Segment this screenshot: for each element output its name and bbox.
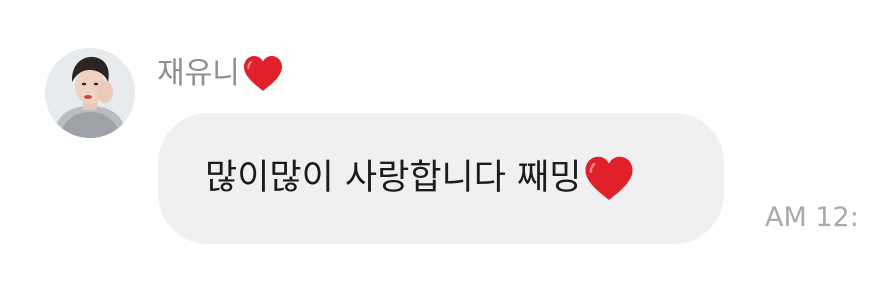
red-heart-icon [242, 55, 284, 93]
avatar-photo [45, 48, 135, 138]
sender-avatar[interactable] [45, 48, 135, 138]
sender-name-row: 재유니 [157, 52, 284, 96]
sender-name: 재유니 [157, 56, 240, 91]
chat-message-row: 재유니 많이많이 사랑합니다 째밍 AM 12: [0, 0, 873, 291]
red-heart-icon [583, 155, 635, 203]
message-bubble[interactable]: 많이많이 사랑합니다 째밍 [158, 113, 724, 244]
message-timestamp: AM 12: [765, 202, 859, 233]
message-text: 많이많이 사랑합니다 째밍 [205, 158, 582, 198]
